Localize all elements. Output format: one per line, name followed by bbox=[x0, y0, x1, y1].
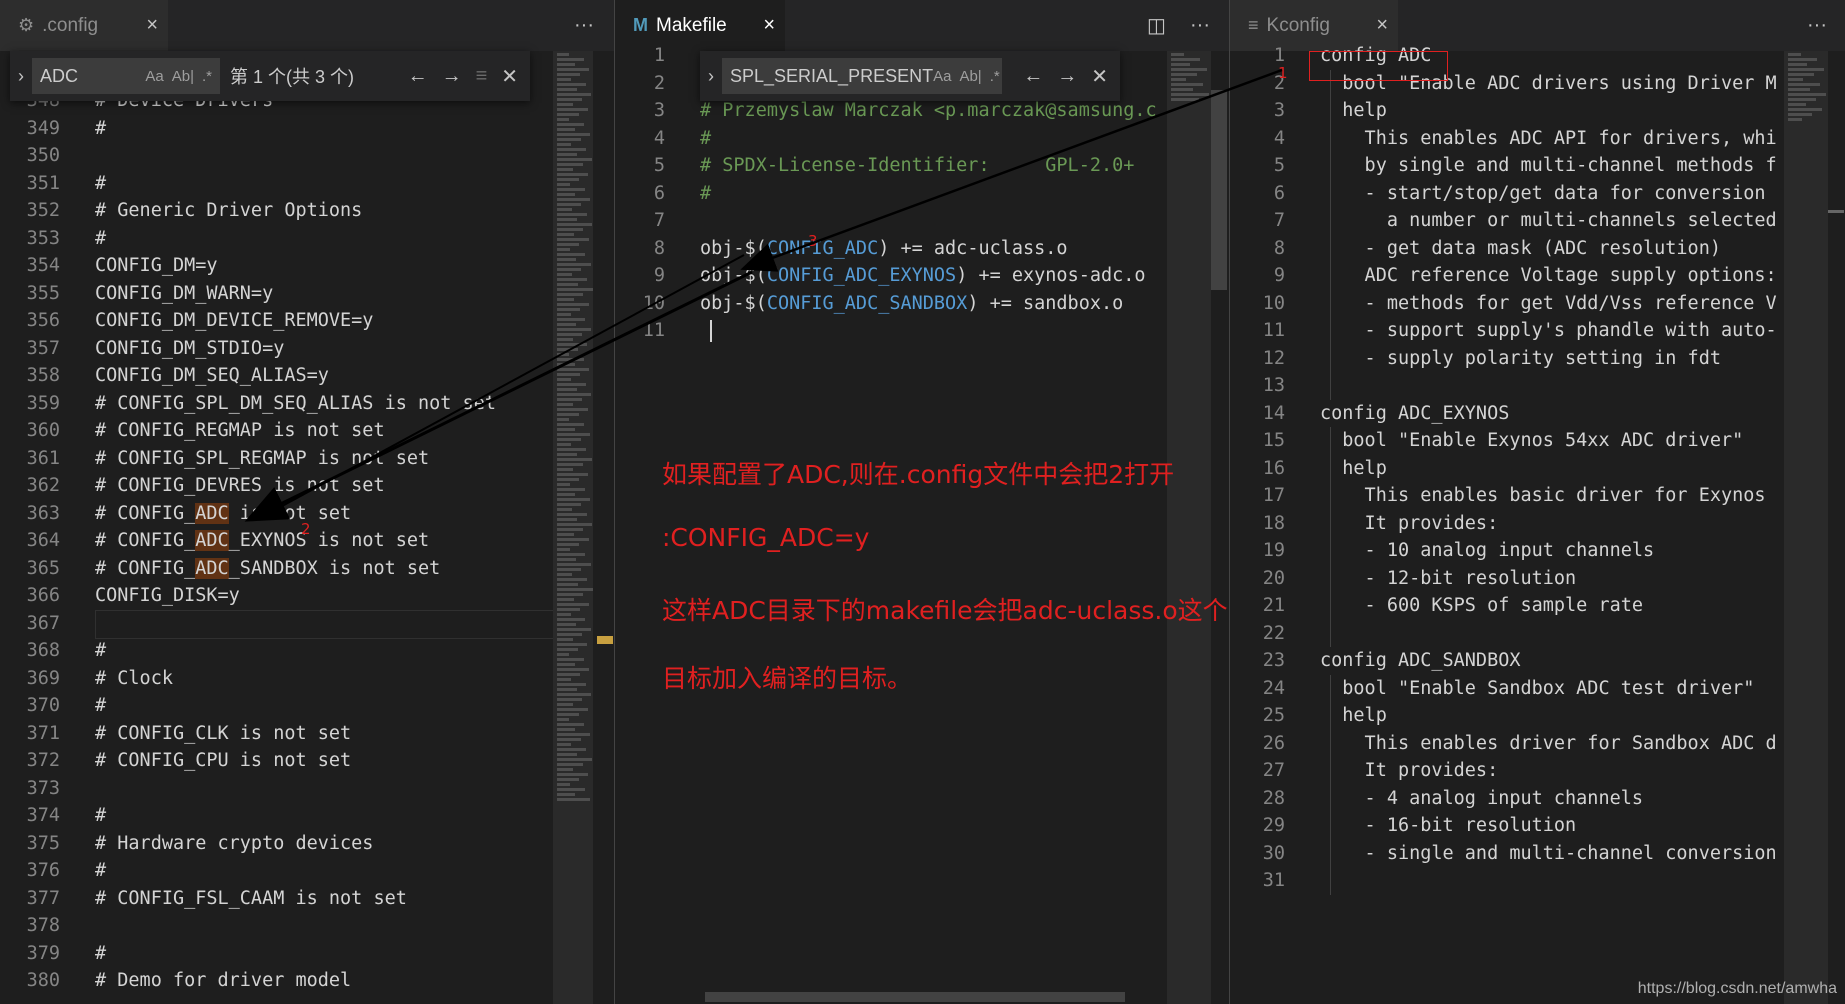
arrow-makefile-to-config-2 bbox=[261, 254, 745, 518]
arrow-kconfig-to-makefile bbox=[740, 68, 1283, 272]
annotation-arrows bbox=[244, 68, 1283, 522]
